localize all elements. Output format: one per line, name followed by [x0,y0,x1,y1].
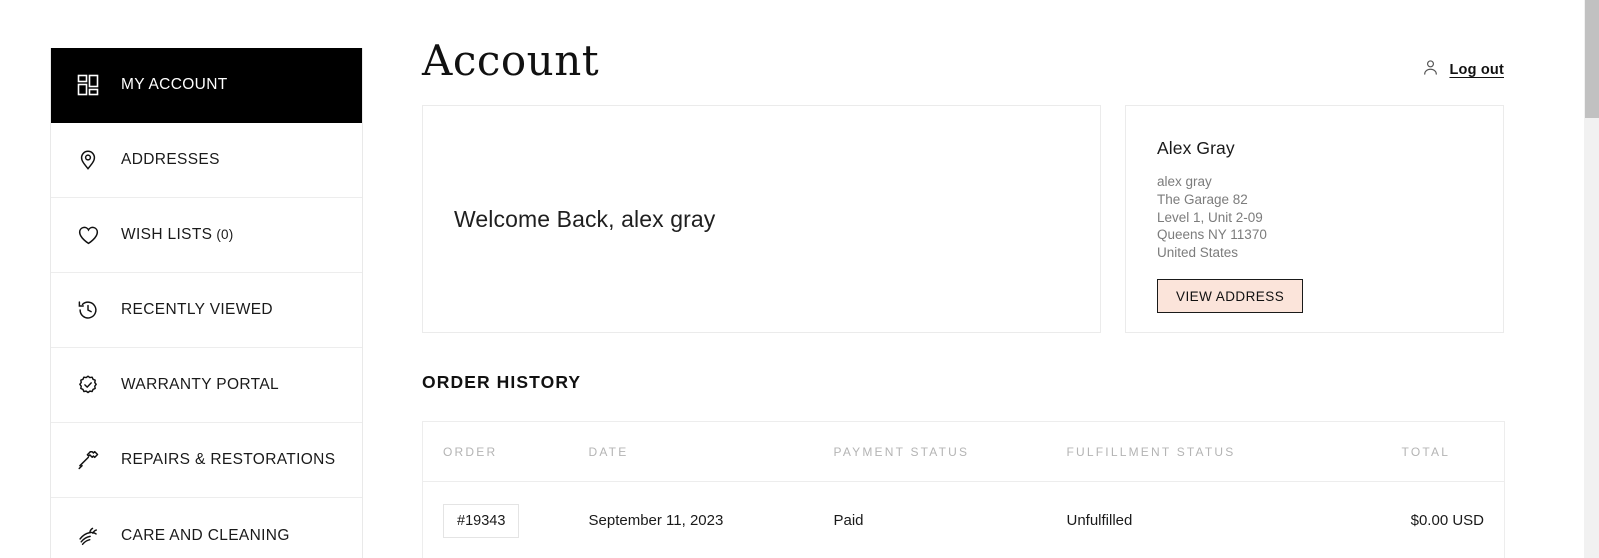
sidebar-item-label: REPAIRS & RESTORATIONS [121,451,336,469]
cleaning-brush-icon [75,523,101,549]
address-name: Alex Gray [1157,138,1235,158]
account-sidebar: MY ACCOUNT ADDRESSES WISH LISTS (0) RECE… [50,48,363,558]
sidebar-item-label: RECENTLY VIEWED [121,301,273,319]
page-title: Account [422,36,600,85]
map-pin-icon [75,147,101,173]
scrollbar-thumb[interactable] [1585,0,1599,118]
order-total-cell: $0.00 USD [1410,512,1484,530]
welcome-message: Welcome Back, alex gray [454,205,716,232]
column-header-fulfillment-status: FULFILLMENT STATUS [1066,421,1402,482]
main-content: Account Log out Welcome Back, alex gray … [422,0,1505,558]
address-card: Alex Gray alex gray The Garage 82 Level … [1125,105,1504,333]
history-clock-icon [75,297,101,323]
welcome-card: Welcome Back, alex gray [422,105,1101,333]
sidebar-item-addresses[interactable]: ADDRESSES [51,123,362,198]
user-icon [1421,58,1440,82]
order-date-cell: September 11, 2023 [588,512,724,530]
page-scrollbar[interactable] [1583,0,1599,558]
sidebar-item-label: MY ACCOUNT [121,76,228,94]
account-page: MY ACCOUNT ADDRESSES WISH LISTS (0) RECE… [0,0,1599,558]
order-history-section: ORDER HISTORY ORDER DATE PAYMENT STATUS … [422,372,1505,558]
column-header-total: TOTAL [1401,421,1505,482]
logout-label: Log out [1449,62,1504,78]
sidebar-item-care-and-cleaning[interactable]: CARE AND CLEANING [51,498,362,558]
column-header-payment-status: PAYMENT STATUS [833,421,1067,482]
table-header: ORDER DATE PAYMENT STATUS FULFILLMENT ST… [422,421,1505,482]
address-line: United States [1157,245,1239,261]
wish-lists-count: (0) [216,227,234,243]
sidebar-item-wish-lists[interactable]: WISH LISTS (0) [51,198,362,273]
view-address-button[interactable]: VIEW ADDRESS [1157,278,1304,314]
column-header-date: DATE [588,421,834,482]
order-history-table: ORDER DATE PAYMENT STATUS FULFILLMENT ST… [422,421,1505,558]
fulfillment-status-cell: Unfulfilled [1066,512,1133,530]
table-body: #19343 September 11, 2023 Paid Unfulfill… [423,482,1505,558]
payment-status-cell: Paid [833,512,864,530]
order-history-title: ORDER HISTORY [422,372,582,392]
sidebar-item-label: CARE AND CLEANING [121,526,290,544]
sidebar-item-label: WARRANTY PORTAL [121,376,279,394]
order-id-link[interactable]: #19343 [443,504,520,538]
badge-check-icon [75,372,101,398]
sidebar-item-warranty-portal[interactable]: WARRANTY PORTAL [51,348,362,423]
sidebar-item-text: WISH LISTS [121,226,213,244]
hammer-icon [75,447,101,473]
address-line: Queens NY 11370 [1157,227,1267,243]
order-id-cell: #19343 [423,482,589,558]
dashboard-grid-icon [75,72,101,98]
table-row[interactable]: #19343 September 11, 2023 Paid Unfulfill… [423,482,1505,558]
account-summary-row: Welcome Back, alex gray Alex Gray alex g… [422,105,1504,333]
logout-button[interactable]: Log out [1421,58,1504,82]
sidebar-item-recently-viewed[interactable]: RECENTLY VIEWED [51,273,362,348]
sidebar-item-label: ADDRESSES [121,151,220,169]
address-line: alex gray [1157,174,1212,189]
sidebar-item-my-account[interactable]: MY ACCOUNT [51,48,362,123]
heart-icon [75,222,101,248]
address-lines: alex gray The Garage 82 Level 1, Unit 2-… [1157,173,1473,262]
sidebar-item-label: WISH LISTS (0) [121,227,233,243]
address-line: The Garage 82 [1157,191,1248,207]
column-header-order: ORDER [422,421,589,482]
address-line: Level 1, Unit 2-09 [1157,209,1263,225]
sidebar-item-repairs-restorations[interactable]: REPAIRS & RESTORATIONS [51,423,362,498]
page-header: Account Log out [422,0,1504,105]
table-header-row: ORDER DATE PAYMENT STATUS FULFILLMENT ST… [422,421,1505,482]
